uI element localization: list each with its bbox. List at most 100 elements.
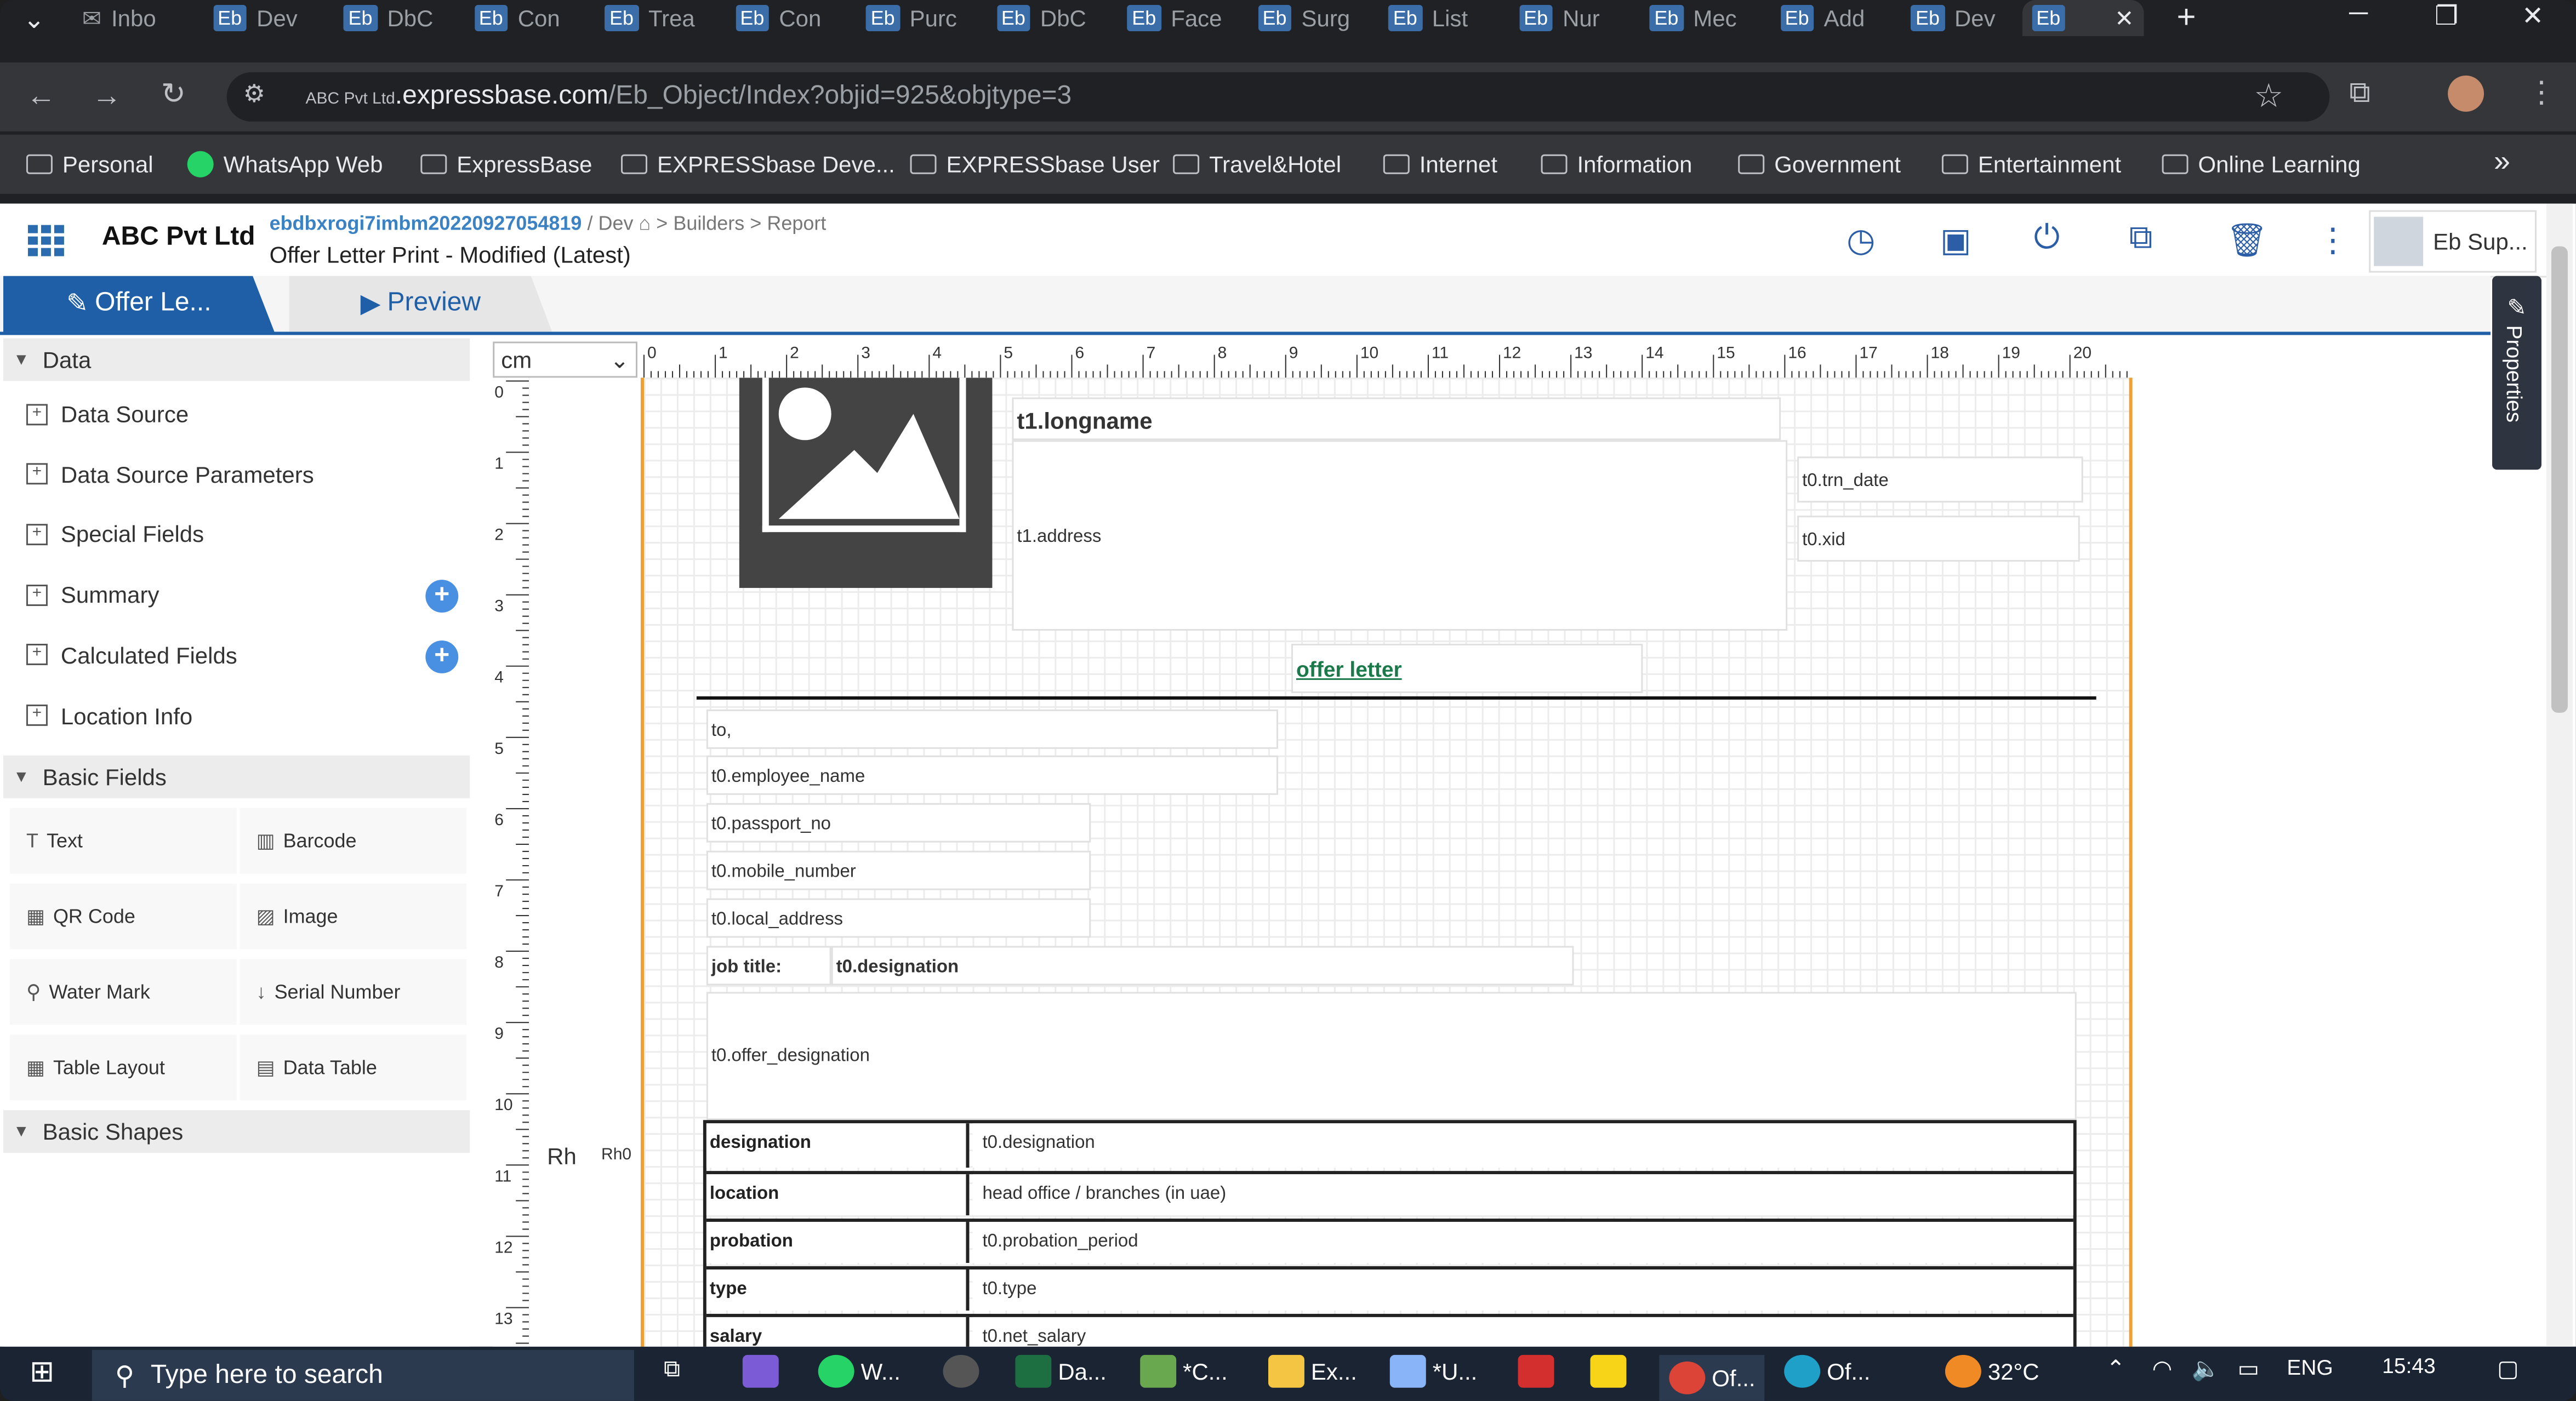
table-cell-value[interactable]: t0.designation [972, 1123, 2073, 1168]
toolbox-item[interactable]: ▥ Barcode [240, 808, 467, 874]
history-clock-icon[interactable]: ◷ [1846, 220, 1875, 261]
expand-plus-icon[interactable]: + [26, 704, 48, 726]
bookmark-item[interactable]: Personal [26, 151, 153, 178]
bookmark-item[interactable]: WhatsApp Web [187, 151, 383, 178]
close-window-icon[interactable]: ✕ [2522, 0, 2544, 33]
apps-grid-icon[interactable] [27, 225, 64, 256]
table-row[interactable]: location head office / branches (in uae) [706, 1171, 2073, 1216]
url-text[interactable]: ABC Pvt Ltd.expressbase.com/Eb_Object/In… [306, 82, 1072, 112]
profile-avatar[interactable] [2448, 75, 2484, 112]
site-settings-icon[interactable]: ⚙ [243, 79, 265, 108]
taskbar-excel[interactable]: Da... [1015, 1354, 1107, 1388]
new-tab-plus-icon[interactable]: + [2177, 0, 2196, 38]
section-label-rh[interactable]: Rh [547, 1143, 577, 1169]
horizontal-line[interactable] [696, 696, 2096, 700]
add-summary-button[interactable]: + [425, 580, 459, 613]
taskbar-whatsapp[interactable]: W... [818, 1354, 901, 1388]
obs-icon[interactable] [943, 1354, 979, 1388]
field-trn-date[interactable]: t0.trn_date [1797, 456, 2083, 503]
table-cell-label[interactable]: probation [706, 1222, 970, 1263]
bookmark-item[interactable]: EXPRESSbase Deve... [621, 151, 895, 178]
more-options-icon[interactable]: ⋮ [2316, 220, 2349, 261]
bookmark-item[interactable]: Government [1738, 151, 1901, 178]
weather-widget[interactable]: 32°C [1945, 1354, 2039, 1388]
expand-plus-icon[interactable]: + [26, 463, 48, 485]
table-cell-label[interactable]: type [706, 1269, 970, 1311]
breadcrumb-builders[interactable]: Builders [673, 212, 744, 235]
taskbar-explorer[interactable]: Ex... [1268, 1354, 1357, 1388]
breadcrumb-object-id[interactable]: ebdbxrogi7imbm20220927054819 [270, 212, 582, 235]
field-mobile-number[interactable]: t0.mobile_number [706, 850, 1091, 890]
browser-tab[interactable]: Eb Dev [1901, 0, 2005, 36]
notifications-icon[interactable]: ▢ [2497, 1355, 2519, 1383]
browser-tab[interactable]: Eb Purc [856, 0, 967, 36]
unit-select[interactable]: cm ⌄ [493, 341, 637, 378]
field-job-title-label[interactable]: job title: [706, 946, 831, 986]
taskbar-untitled[interactable]: *U... [1389, 1354, 1477, 1388]
browser-tab[interactable]: Eb List [1378, 0, 1478, 36]
data-item[interactable]: + Summary [26, 581, 159, 608]
table-row[interactable]: type t0.type [706, 1266, 2073, 1311]
browser-tab[interactable]: Eb Dev [203, 0, 307, 36]
volume-icon[interactable]: 🔈 [2192, 1355, 2220, 1383]
browser-tab[interactable]: Eb Surg [1248, 0, 1360, 36]
data-item[interactable]: + Data Source Parameters [26, 461, 314, 487]
field-local-address[interactable]: t0.local_address [706, 898, 1091, 938]
bookmark-item[interactable]: Online Learning [2162, 151, 2361, 178]
field-job-title-value[interactable]: t0.designation [831, 946, 1574, 986]
expand-plus-icon[interactable]: + [26, 523, 48, 545]
report-canvas[interactable]: t1.longname t1.address t0.trn_date t0.xi… [640, 378, 2133, 1347]
expand-plus-icon[interactable]: + [26, 644, 48, 666]
bookmark-item[interactable]: Entertainment [1941, 151, 2121, 178]
breadcrumb-report[interactable]: Report [767, 212, 826, 235]
taskbar-notepad[interactable]: *C... [1140, 1354, 1228, 1388]
section-basic-fields[interactable]: ▼ Basic Fields [3, 755, 470, 798]
browser-tab[interactable]: Eb Mec [1639, 0, 1746, 36]
toolbox-item[interactable]: ▤ Data Table [240, 1034, 467, 1101]
section-label-rh0[interactable]: Rh0 [601, 1146, 631, 1164]
forward-icon[interactable]: → [92, 79, 122, 113]
reload-icon[interactable]: ↻ [161, 77, 186, 112]
field-xid[interactable]: t0.xid [1797, 516, 2080, 562]
clone-icon[interactable]: ⧉ [2129, 220, 2153, 258]
table-row[interactable]: designation t0.designation [706, 1123, 2073, 1168]
field-longname[interactable]: t1.longname [1012, 397, 1781, 441]
user-menu[interactable]: Eb Sup... [2369, 210, 2537, 273]
bookmark-item[interactable]: EXPRESSbase User [910, 151, 1160, 178]
properties-panel-toggle[interactable]: ✎ Properties [2492, 276, 2541, 470]
sticky-notes-icon[interactable] [1590, 1354, 1627, 1388]
copilot-icon[interactable] [742, 1354, 779, 1388]
table-cell-label[interactable]: salary [706, 1317, 970, 1347]
acrobat-icon[interactable] [1518, 1354, 1554, 1388]
restore-icon[interactable]: ❐ [2435, 0, 2458, 33]
delete-trash-icon[interactable]: 🗑 [2226, 220, 2267, 261]
scrollbar-thumb[interactable] [2551, 246, 2568, 713]
table-row[interactable]: probation t0.probation_period [706, 1219, 2073, 1263]
toolbox-item[interactable]: ▦ QR Code [9, 883, 237, 950]
tab-design[interactable]: ✎ Offer Le... [3, 276, 275, 332]
power-icon[interactable]: ⏻ [2034, 220, 2060, 258]
menu-kebab-icon[interactable]: ⋮ [2527, 76, 2556, 110]
expand-plus-icon[interactable]: + [26, 584, 48, 605]
add-calculated-field-button[interactable]: + [425, 640, 459, 673]
bookmark-star-icon[interactable]: ☆ [2254, 76, 2283, 117]
wifi-icon[interactable]: ◠ [2152, 1355, 2173, 1383]
field-employee-name[interactable]: t0.employee_name [706, 755, 1278, 795]
tab-preview[interactable]: ▶ Preview [289, 276, 552, 332]
taskbar-chrome[interactable]: Of... [1659, 1354, 1765, 1401]
table-cell-value[interactable]: t0.type [972, 1269, 2073, 1311]
field-heading-offer-letter[interactable]: offer letter [1291, 643, 1643, 693]
tab-search-chevron-icon[interactable]: ⌄ [23, 3, 45, 36]
task-view-icon[interactable]: ⧉ [664, 1355, 680, 1383]
details-table[interactable]: designation t0.designation location head of… [703, 1120, 2077, 1347]
toolbox-item[interactable]: ▨ Image [240, 883, 467, 950]
field-to[interactable]: to, [706, 709, 1278, 749]
data-item[interactable]: + Data Source [26, 401, 189, 427]
toolbox-item[interactable]: ⚲ Water Mark [9, 959, 237, 1025]
browser-tab[interactable]: Eb Con [725, 0, 831, 36]
bookmark-item[interactable]: Information [1541, 151, 1692, 178]
table-cell-value[interactable]: t0.net_salary [972, 1317, 2073, 1347]
more-bookmarks-icon[interactable]: » [2494, 145, 2510, 179]
data-item[interactable]: + Calculated Fields [26, 642, 237, 668]
data-item[interactable]: + Location Info [26, 702, 192, 728]
